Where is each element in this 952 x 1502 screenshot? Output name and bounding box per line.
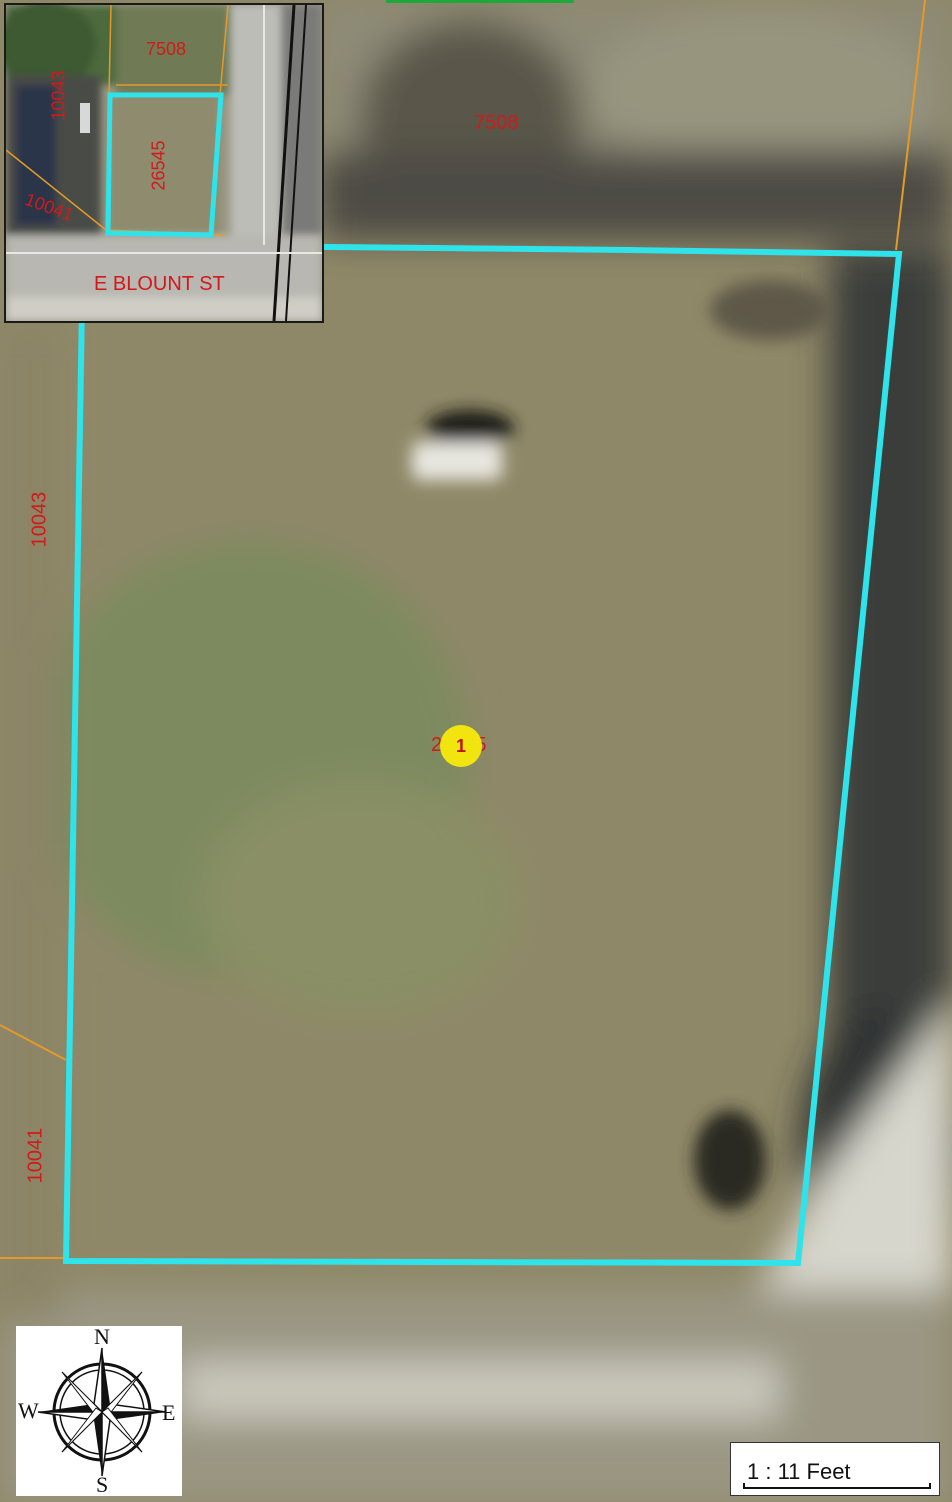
compass-n-label: N bbox=[94, 1324, 110, 1349]
marker-number: 1 bbox=[455, 735, 466, 756]
inset-parcel-label-subject: 26545 bbox=[148, 140, 169, 191]
scale-bar: 1 : 11 Feet bbox=[730, 1442, 940, 1496]
map-view[interactable]: 7508 10043 10041 26545 1 bbox=[0, 0, 952, 1502]
scale-text: 1 : 11 Feet bbox=[747, 1459, 851, 1484]
parcel-label-west-lower: 10041 bbox=[24, 1127, 47, 1184]
compass-e-label: E bbox=[162, 1400, 176, 1425]
compass-rose-icon bbox=[37, 1347, 167, 1477]
location-marker[interactable]: 1 bbox=[440, 725, 482, 767]
inset-overview-map: 7508 10043 10041 26545 E BLOUNT ST bbox=[4, 3, 324, 323]
inset-parcel-label-west-upper: 10043 bbox=[48, 70, 69, 121]
north-arrow: N S E W bbox=[16, 1324, 182, 1497]
street-label: E BLOUNT ST bbox=[94, 273, 225, 295]
green-edge-marker bbox=[386, 0, 574, 3]
compass-w-label: W bbox=[18, 1398, 39, 1423]
scale-line bbox=[743, 1483, 931, 1489]
parcel-label-north: 7508 bbox=[474, 112, 519, 134]
compass-s-label: S bbox=[96, 1472, 109, 1497]
inset-parcel-label-north: 7508 bbox=[146, 39, 187, 59]
parcel-label-west-upper: 10043 bbox=[28, 491, 51, 548]
